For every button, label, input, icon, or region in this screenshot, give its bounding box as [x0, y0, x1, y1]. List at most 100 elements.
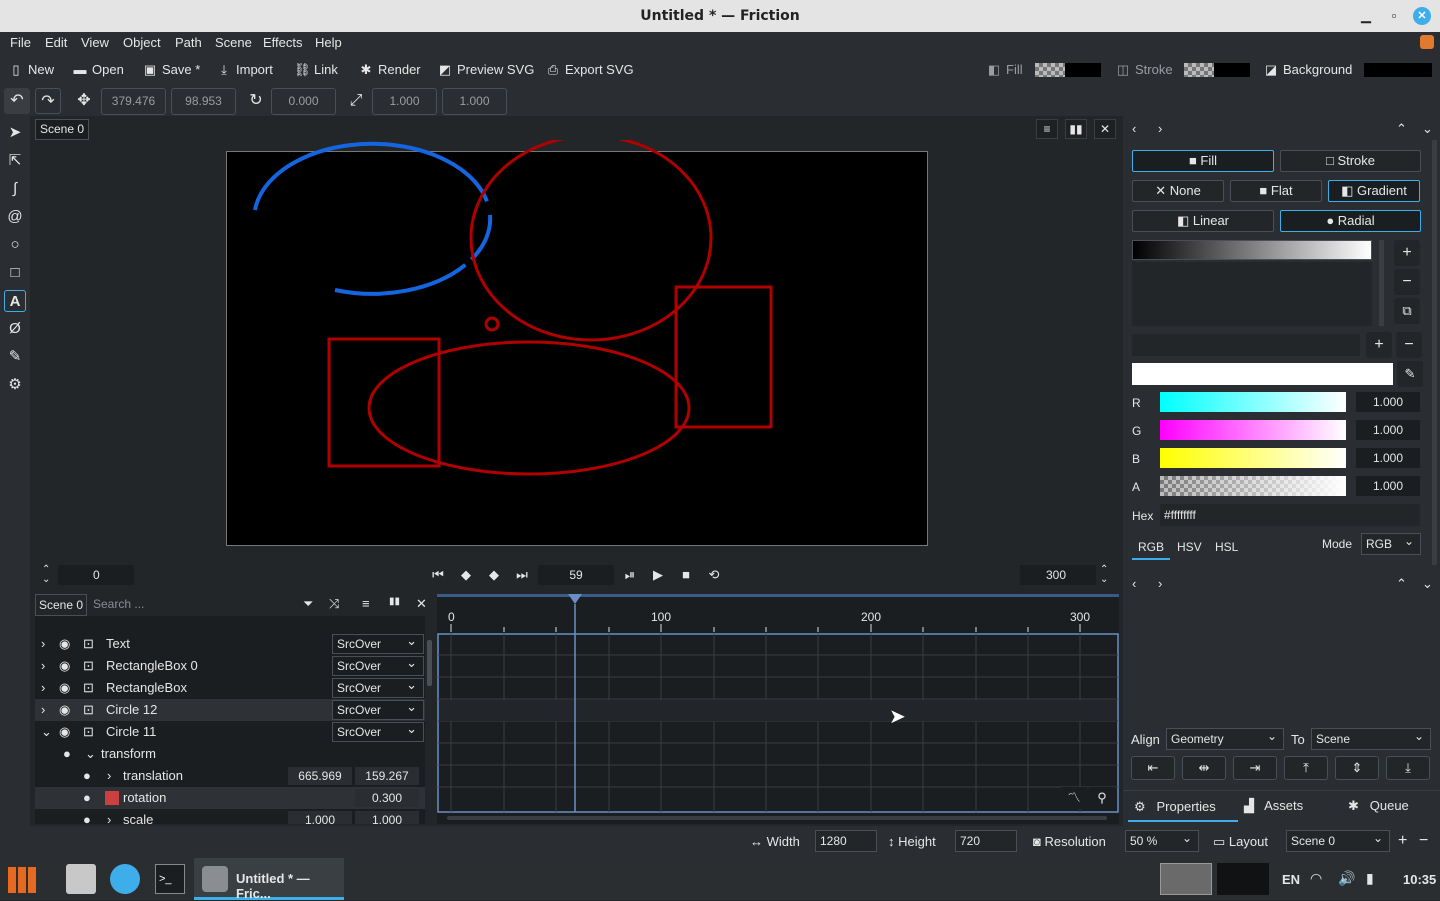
add-stop-button[interactable]: +: [1366, 332, 1392, 358]
stop-icon[interactable]: ■: [676, 566, 696, 584]
panel-collapse-icon[interactable]: ⌃: [1396, 121, 1407, 137]
canvas-menu-button[interactable]: ≡: [1036, 119, 1058, 139]
menu-help[interactable]: Help: [315, 35, 342, 50]
lower-panel-prev-icon[interactable]: ‹: [1132, 576, 1136, 591]
volume-icon[interactable]: 🔊: [1338, 870, 1355, 887]
collapse-chevron-icon[interactable]: ⌄: [85, 743, 96, 765]
property-row-translation[interactable]: ● › translation 665.969 159.267: [35, 765, 425, 787]
export-svg-button[interactable]: ⎙ Export SVG: [545, 62, 634, 78]
blue-ellipse[interactable]: [253, 141, 493, 296]
property-row-transform[interactable]: ● ⌄ transform: [35, 743, 425, 765]
lock-icon[interactable]: ⊡: [83, 699, 94, 721]
rgb-mode-tab[interactable]: RGB: [1132, 534, 1170, 560]
drawing-tools-icon[interactable]: ⚙: [4, 374, 26, 396]
canvas-split-button[interactable]: ▮▮: [1065, 119, 1087, 139]
menu-file[interactable]: File: [10, 35, 31, 50]
layer-scrollbar[interactable]: [427, 640, 432, 686]
timeline-panel[interactable]: 0 100 200 300 〽 ⚲ ➤: [437, 594, 1119, 824]
color-mode-select[interactable]: RGB ⌄: [1361, 533, 1421, 555]
radial-gradient-button[interactable]: ● Radial: [1280, 210, 1421, 232]
new-button[interactable]: ▯ New: [8, 62, 54, 78]
channel-b-slider[interactable]: [1160, 448, 1346, 468]
blend-mode-select[interactable]: SrcOver: [332, 654, 424, 676]
file-manager-icon[interactable]: [66, 864, 96, 894]
remove-stop-button[interactable]: −: [1396, 332, 1422, 358]
desktop-pager-2[interactable]: [1217, 863, 1269, 895]
layers-menu-icon[interactable]: ≡: [362, 596, 370, 611]
node-select-icon[interactable]: ⇱: [4, 150, 26, 172]
gradient-paint-button[interactable]: ◧ Gradient: [1328, 180, 1420, 202]
hsl-mode-tab[interactable]: HSL: [1215, 540, 1238, 554]
layer-row-rectanglebox[interactable]: › ◉ ⊡ RectangleBox SrcOver: [35, 676, 425, 699]
scale-y-field[interactable]: 1.000: [355, 811, 419, 824]
channel-b-value[interactable]: 1.000: [1356, 448, 1420, 468]
resolution-select[interactable]: 50 % ⌄: [1125, 830, 1199, 852]
eye-icon[interactable]: ◉: [59, 721, 70, 743]
eyedropper-icon[interactable]: ✎: [4, 346, 26, 368]
expand-chevron-icon[interactable]: ›: [41, 677, 45, 699]
fill-button[interactable]: ◧ Fill: [986, 62, 1023, 78]
scale-x-field[interactable]: 1.000: [288, 811, 352, 824]
right-panel-scrollbar[interactable]: [1432, 140, 1437, 565]
red-pivot-dot[interactable]: [484, 316, 500, 332]
filter-icon[interactable]: ⏷: [303, 596, 313, 612]
align-target-select[interactable]: Scene ⌄: [1311, 728, 1431, 750]
gradient-list-scrollbar[interactable]: [1379, 240, 1384, 326]
pos-x-field[interactable]: 379.476: [101, 88, 166, 115]
link-button[interactable]: ⛓ Link: [294, 62, 338, 78]
menu-scene[interactable]: Scene: [215, 35, 252, 50]
assets-tab[interactable]: ▟ Assets: [1244, 798, 1303, 814]
blend-mode-select[interactable]: SrcOver: [332, 676, 424, 698]
keyframe-dot-icon[interactable]: ●: [63, 743, 71, 765]
background-button[interactable]: ◪ Background: [1263, 62, 1353, 78]
translation-y-field[interactable]: 159.267: [355, 767, 419, 785]
panel-prev-icon[interactable]: ‹: [1132, 121, 1136, 136]
remove-gradient-button[interactable]: −: [1394, 269, 1420, 295]
expand-chevron-icon[interactable]: ›: [41, 655, 45, 677]
fill-tab[interactable]: ■ Fill: [1132, 150, 1274, 172]
property-row-rotation[interactable]: ● rotation 0.300: [35, 787, 425, 809]
stroke-tab[interactable]: □ Stroke: [1280, 150, 1421, 172]
scale-y-field[interactable]: 1.000: [442, 88, 507, 115]
height-field[interactable]: 720: [955, 830, 1017, 852]
taskbar-task-friction[interactable]: Untitled * — Fric...: [194, 858, 344, 901]
end-frame-field[interactable]: 300: [1020, 565, 1096, 585]
desktop-pager-1[interactable]: [1160, 863, 1212, 895]
lock-icon[interactable]: ⊡: [83, 655, 94, 677]
expand-chevron-icon[interactable]: ›: [107, 809, 111, 824]
keyframe-dot-icon[interactable]: ●: [83, 809, 91, 824]
keyframe-dot-icon[interactable]: ●: [83, 787, 91, 809]
current-color-swatch[interactable]: [1132, 363, 1393, 385]
select-arrow-icon[interactable]: ➤: [4, 122, 26, 144]
redo-button[interactable]: ↷: [35, 88, 61, 114]
graph-mode-icon[interactable]: 〽: [1061, 787, 1087, 809]
layer-search-input[interactable]: Search ...: [93, 597, 144, 611]
layer-row-text[interactable]: › ◉ ⊡ Text SrcOver: [35, 632, 425, 655]
keyframe-dot-icon[interactable]: ●: [83, 765, 91, 787]
open-button[interactable]: ▬ Open: [72, 62, 124, 77]
layers-split-icon[interactable]: ▮▮: [389, 596, 400, 607]
layer-row-circle-11[interactable]: ⌄ ◉ ⊡ Circle 11 SrcOver: [35, 720, 425, 743]
channel-g-value[interactable]: 1.000: [1356, 420, 1420, 440]
channel-g-slider[interactable]: [1160, 420, 1346, 440]
stroke-swatch[interactable]: [1214, 63, 1250, 77]
first-frame-icon[interactable]: ⏮: [428, 566, 448, 584]
hex-input[interactable]: #ffffffff: [1160, 504, 1420, 526]
close-window-button[interactable]: ✕: [1413, 7, 1431, 25]
remove-layout-button[interactable]: −: [1419, 832, 1428, 850]
align-hcenter-button[interactable]: ⇹: [1182, 756, 1226, 780]
gradient-stops-bar[interactable]: [1132, 334, 1360, 356]
menu-effects[interactable]: Effects: [263, 35, 303, 50]
blend-mode-select[interactable]: SrcOver: [332, 698, 424, 720]
minimize-button[interactable]: ▁: [1357, 7, 1375, 25]
null-object-icon[interactable]: Ø: [4, 318, 26, 340]
render-button[interactable]: ✱ Render: [358, 62, 421, 78]
properties-tab[interactable]: ⚙ Properties: [1128, 792, 1238, 822]
eye-icon[interactable]: ◉: [59, 633, 70, 655]
start-frame-field[interactable]: 0: [58, 565, 134, 585]
layer-row-rectanglebox-0[interactable]: › ◉ ⊡ RectangleBox 0 SrcOver: [35, 654, 425, 677]
align-vcenter-button[interactable]: ⇕: [1335, 756, 1379, 780]
menu-path[interactable]: Path: [175, 35, 202, 50]
preview-svg-button[interactable]: ◩ Preview SVG: [437, 62, 534, 78]
play-icon[interactable]: ▶: [648, 566, 668, 584]
